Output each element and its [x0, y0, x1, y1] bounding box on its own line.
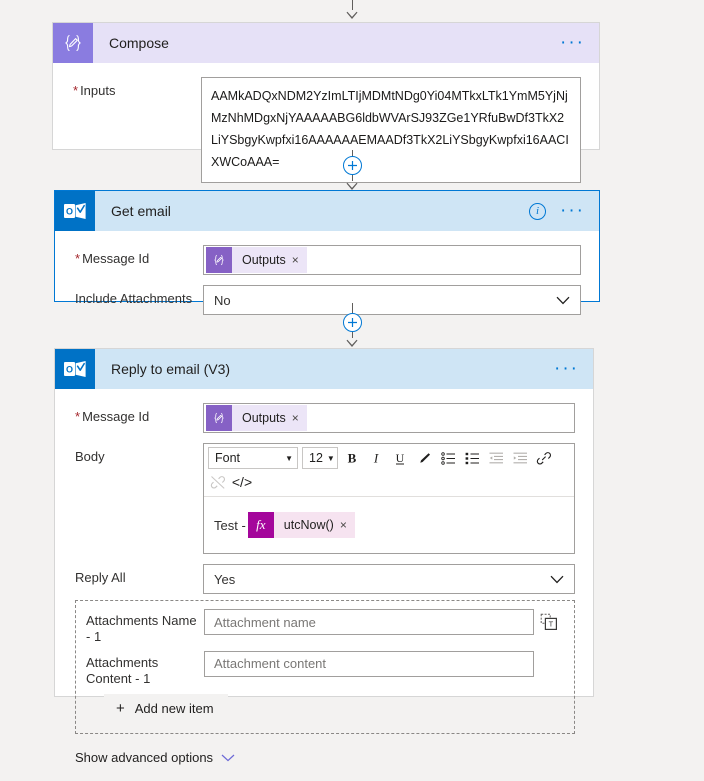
- attachment-name-input[interactable]: Attachment name: [204, 609, 534, 635]
- attachment-name-label: Attachments Name - 1: [86, 613, 197, 644]
- dynamic-content-token-outputs[interactable]: Outputs ×: [206, 405, 307, 431]
- down-arrow-icon: [345, 337, 359, 347]
- action-card-reply-to-email[interactable]: O Reply to email (V3) ··· * Message Id O…: [54, 348, 594, 765]
- card-header-compose[interactable]: Compose ···: [53, 23, 599, 63]
- field-row-reply-all: Reply All Yes: [75, 564, 575, 594]
- bold-icon[interactable]: B: [341, 447, 363, 469]
- required-indicator: *: [75, 251, 81, 266]
- svg-text:U: U: [396, 451, 405, 465]
- card-menu-button-reply-to-email[interactable]: ···: [554, 359, 579, 378]
- connector-compose-to-getemail: [0, 150, 704, 190]
- token-remove-icon[interactable]: ×: [292, 411, 307, 425]
- card-header-get-email[interactable]: O Get email i ···: [55, 191, 599, 231]
- font-family-select[interactable]: Font ▼: [208, 447, 298, 469]
- required-indicator: *: [73, 83, 79, 98]
- compose-braces-icon: [53, 23, 93, 63]
- message-id-input[interactable]: Outputs ×: [203, 403, 575, 433]
- connector-getemail-to-reply: [0, 303, 704, 347]
- attachment-name-row: Attachments Name - 1 Attachment name: [86, 609, 534, 645]
- token-remove-icon[interactable]: ×: [340, 518, 355, 532]
- font-family-value: Font: [215, 451, 241, 465]
- svg-text:O: O: [66, 206, 73, 216]
- delete-item-icon[interactable]: T: [534, 609, 564, 631]
- outlook-icon: O: [55, 191, 95, 231]
- message-id-input[interactable]: Outputs ×: [203, 245, 581, 275]
- attachments-repeating-group: Attachments Name - 1 Attachment name Att…: [75, 600, 575, 735]
- font-size-select[interactable]: 12 ▼: [302, 447, 338, 469]
- field-row-message-id: * Message Id Outputs ×: [75, 245, 581, 275]
- rich-text-toolbar: Font ▼ 12 ▼ B I U </>: [204, 444, 574, 497]
- chevron-down-icon: [221, 754, 235, 762]
- svg-text:I: I: [373, 451, 379, 465]
- field-label-message-id: * Message Id: [75, 251, 150, 266]
- action-card-get-email[interactable]: O Get email i ··· * Message Id Outputs ×…: [54, 190, 600, 315]
- reply-all-dropdown[interactable]: Yes: [203, 564, 575, 594]
- dynamic-content-icon: [206, 405, 232, 431]
- token-label: Outputs: [242, 253, 286, 267]
- attachment-content-input[interactable]: Attachment content: [204, 650, 534, 677]
- dynamic-content-token-outputs[interactable]: Outputs ×: [206, 247, 307, 273]
- indent-decrease-icon[interactable]: [485, 447, 507, 469]
- attachment-content-row: Attachments Content - 1 Attachment conte…: [86, 650, 534, 687]
- field-row-message-id: * Message Id Outputs ×: [75, 403, 575, 433]
- text-highlight-icon[interactable]: [413, 447, 435, 469]
- field-label-body: Body: [75, 449, 105, 464]
- expression-token-utcnow[interactable]: fx utcNow() ×: [247, 512, 355, 538]
- insert-link-icon[interactable]: [533, 447, 555, 469]
- connector-top: [0, 0, 704, 19]
- show-advanced-options-button[interactable]: Show advanced options: [75, 750, 235, 765]
- token-remove-icon[interactable]: ×: [292, 253, 307, 267]
- field-label-inputs: * Inputs: [73, 83, 116, 98]
- numbered-list-icon[interactable]: [461, 447, 483, 469]
- card-body-reply-to-email: * Message Id Outputs × Body Font ▼ 12 ▼ …: [55, 389, 593, 781]
- action-card-compose[interactable]: Compose ··· * Inputs AAMkADQxNDM2YzImLTIj…: [52, 22, 600, 183]
- svg-text:O: O: [66, 364, 73, 374]
- plus-icon: +: [116, 700, 125, 718]
- card-header-reply-to-email[interactable]: O Reply to email (V3) ···: [55, 349, 593, 389]
- show-advanced-options-label: Show advanced options: [75, 750, 214, 766]
- attachment-content-label: Attachments Content - 1: [86, 654, 159, 686]
- card-menu-button-compose[interactable]: ···: [560, 33, 585, 52]
- insert-step-button[interactable]: [342, 156, 362, 175]
- bulleted-list-icon[interactable]: [437, 447, 459, 469]
- svg-text:B: B: [348, 451, 357, 465]
- svg-text:T: T: [549, 620, 554, 629]
- chevron-down-icon: [550, 575, 564, 584]
- font-size-value: 12: [309, 451, 323, 465]
- indent-increase-icon[interactable]: [509, 447, 531, 469]
- body-text-prefix: Test -: [214, 517, 246, 533]
- card-title-compose: Compose: [109, 35, 169, 51]
- body-editor-content[interactable]: Test - fx utcNow() ×: [204, 497, 574, 553]
- required-indicator: *: [75, 409, 81, 424]
- card-title-get-email: Get email: [111, 203, 171, 219]
- add-new-item-label: Add new item: [134, 701, 214, 717]
- chevron-down-icon: ▼: [326, 453, 335, 463]
- down-arrow-icon: [345, 9, 359, 19]
- card-title-reply-to-email: Reply to email (V3): [111, 361, 231, 377]
- field-label-message-id: * Message Id: [75, 409, 150, 424]
- info-icon[interactable]: i: [529, 202, 547, 220]
- insert-step-button[interactable]: [342, 313, 362, 332]
- connector-line: [351, 303, 353, 313]
- body-rich-text-editor[interactable]: Font ▼ 12 ▼ B I U </> Test - fx utcNow()…: [203, 443, 575, 554]
- reply-all-value: Yes: [214, 571, 236, 587]
- down-arrow-icon: [345, 180, 359, 190]
- token-label: Outputs: [242, 411, 286, 425]
- token-label: utcNow(): [283, 518, 334, 532]
- italic-icon[interactable]: I: [365, 447, 387, 469]
- expression-fx-icon: fx: [247, 512, 274, 538]
- field-label-reply-all: Reply All: [75, 570, 126, 585]
- dynamic-content-icon: [206, 247, 232, 273]
- add-new-item-button[interactable]: + Add new item: [104, 694, 228, 724]
- card-menu-button-get-email[interactable]: ···: [560, 201, 585, 220]
- chevron-down-icon: ▼: [285, 453, 293, 463]
- remove-link-icon[interactable]: [207, 471, 229, 493]
- code-view-icon[interactable]: </>: [231, 471, 253, 493]
- field-row-body: Body Font ▼ 12 ▼ B I U </> Test - fx utc…: [75, 443, 575, 554]
- outlook-icon: O: [55, 349, 95, 389]
- underline-icon[interactable]: U: [389, 447, 411, 469]
